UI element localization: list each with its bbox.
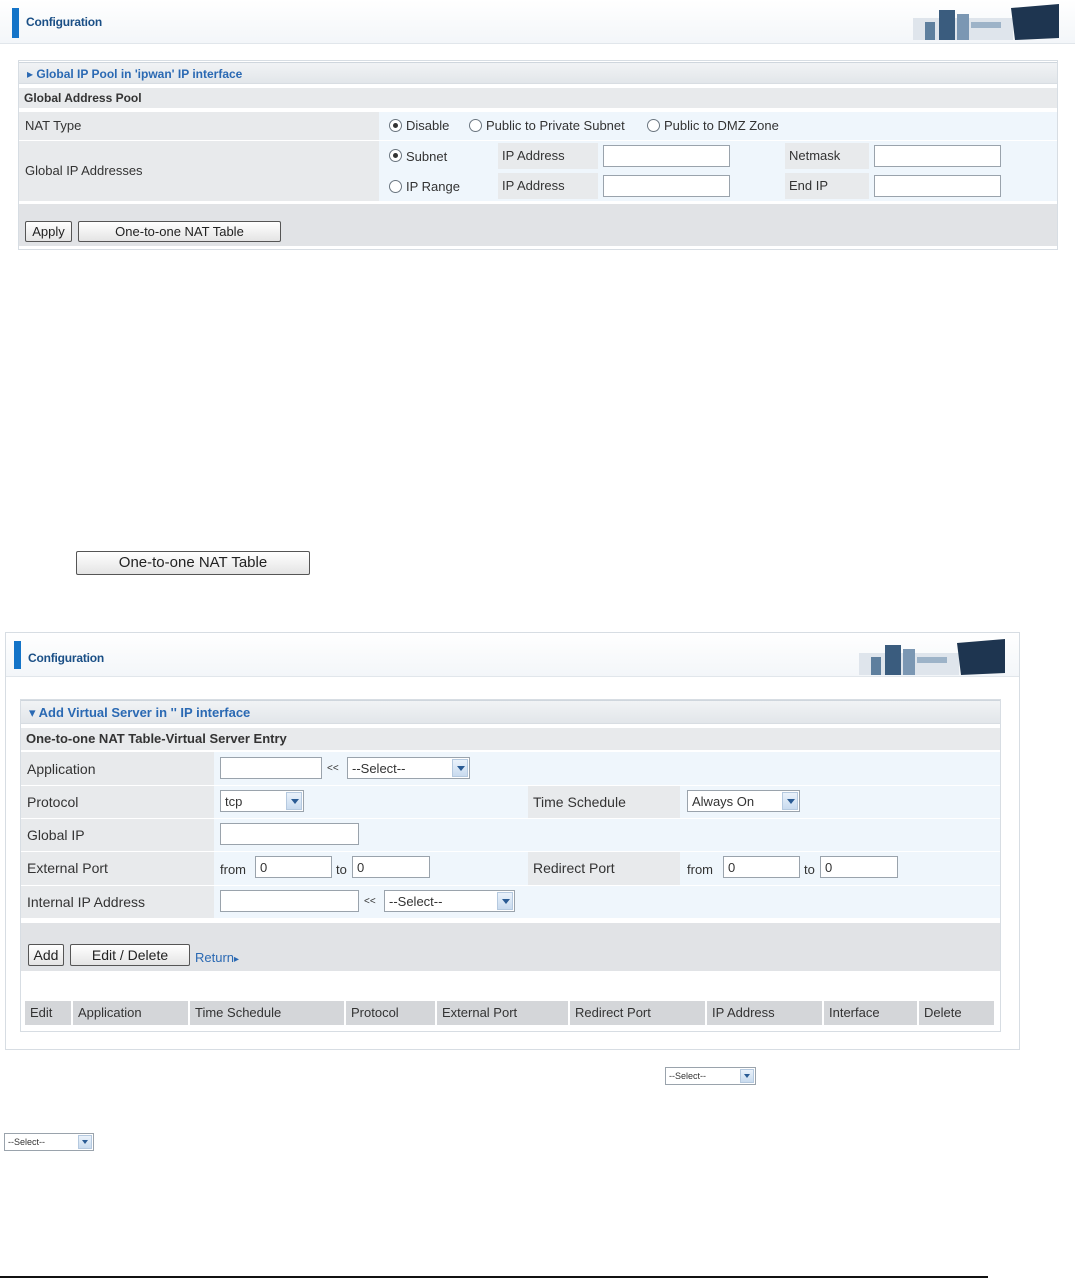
time-schedule-select-value: Always On: [692, 794, 755, 809]
global-ip-pool-panel: Configuration ▸ Global IP Pool in 'ipwan…: [0, 0, 1075, 255]
subnet-ip-label: IP Address: [502, 148, 565, 163]
netmask-input[interactable]: [874, 145, 1001, 167]
header-title: Configuration: [26, 15, 103, 29]
add-button[interactable]: Add: [28, 944, 64, 966]
subsection-title: Global Address Pool: [19, 88, 1057, 108]
header-title-2: Configuration: [28, 651, 105, 665]
external-port-from-input[interactable]: [255, 856, 332, 878]
chevron-down-icon: [78, 1135, 92, 1149]
table-header-protocol: Protocol: [345, 1000, 436, 1026]
chevron-down-icon: [452, 759, 468, 777]
nat-public-dmz-radio[interactable]: [647, 119, 660, 132]
external-port-to-input[interactable]: [352, 856, 430, 878]
return-link-text: Return: [195, 950, 235, 965]
nat-public-private-label: Public to Private Subnet: [486, 118, 625, 133]
table-header-application: Application: [72, 1000, 189, 1026]
nat-disable-radio[interactable]: [389, 119, 402, 132]
redirect-to-label: to: [804, 862, 815, 877]
apply-button[interactable]: Apply: [25, 221, 72, 242]
chevron-down-icon: [497, 892, 513, 910]
edit-delete-button[interactable]: Edit / Delete: [70, 944, 190, 966]
triangle-right-icon: ▸: [27, 67, 34, 81]
subnet-radio[interactable]: [389, 149, 402, 162]
redirect-port-from-input[interactable]: [723, 856, 800, 878]
mini-select-1-value: --Select--: [669, 1071, 707, 1081]
triangle-down-icon: ▾: [29, 705, 36, 720]
global-ip-label: Global IP Addresses: [25, 163, 143, 178]
netmask-label: Netmask: [789, 148, 841, 163]
return-link[interactable]: Return▸: [195, 950, 239, 965]
section-title-2: Add Virtual Server in '' IP interface: [38, 705, 251, 720]
ip-range-radio[interactable]: [389, 180, 402, 193]
chevron-down-icon: [782, 792, 798, 810]
end-ip-input[interactable]: [874, 175, 1001, 197]
header-accent-bar-2: [14, 641, 21, 669]
internal-ip-select[interactable]: --Select--: [384, 890, 515, 912]
range-ip-input[interactable]: [603, 175, 730, 197]
ip-range-label: IP Range: [406, 179, 460, 194]
chevron-down-icon: [286, 792, 302, 810]
table-header-redirect-port: Redirect Port: [569, 1000, 706, 1026]
table-header-edit: Edit: [24, 1000, 72, 1026]
nat-type-label: NAT Type: [25, 118, 82, 133]
table-header-delete: Delete: [918, 1000, 995, 1026]
protocol-select[interactable]: tcp: [220, 790, 304, 812]
subnet-label: Subnet: [406, 149, 448, 164]
protocol-select-value: tcp: [225, 794, 243, 809]
application-arrows: <<: [327, 763, 339, 774]
time-schedule-select[interactable]: Always On: [687, 790, 800, 812]
table-header-time-schedule: Time Schedule: [189, 1000, 345, 1026]
triangle-right-icon: ▸: [234, 954, 240, 965]
external-port-label: External Port: [27, 860, 108, 876]
application-input[interactable]: [220, 757, 322, 779]
chevron-down-icon: [740, 1069, 754, 1083]
redirect-from-label: from: [687, 862, 713, 877]
section-title: Global IP Pool in 'ipwan' IP interface: [36, 67, 243, 81]
subsection-title-2: One-to-one NAT Table-Virtual Server Entr…: [21, 728, 1000, 750]
protocol-label: Protocol: [27, 794, 79, 810]
internal-ip-label: Internal IP Address: [27, 894, 146, 910]
external-from-label: from: [220, 862, 246, 877]
mini-select-2-value: --Select--: [8, 1137, 46, 1147]
redirect-port-to-input[interactable]: [820, 856, 898, 878]
nat-public-dmz-label: Public to DMZ Zone: [664, 118, 779, 133]
range-ip-label: IP Address: [502, 178, 565, 193]
configuration-header-2: Configuration: [6, 633, 1019, 677]
section-header: ▸ Global IP Pool in 'ipwan' IP interface: [19, 62, 1057, 84]
header-accent-bar: [12, 8, 19, 38]
nat-public-private-radio[interactable]: [469, 119, 482, 132]
table-header-interface: Interface: [823, 1000, 918, 1026]
subnet-ip-input[interactable]: [603, 145, 730, 167]
internal-ip-select-value: --Select--: [389, 894, 443, 909]
external-to-label: to: [336, 862, 347, 877]
nat-disable-label: Disable: [406, 118, 450, 133]
configuration-header: Configuration: [0, 0, 1075, 44]
section-header-2: ▾ Add Virtual Server in '' IP interface: [21, 700, 1000, 724]
global-ip-input[interactable]: [220, 823, 359, 845]
global-ip-label-2: Global IP: [27, 827, 85, 843]
application-label: Application: [27, 761, 96, 777]
redirect-port-label: Redirect Port: [533, 860, 615, 876]
mini-select-2[interactable]: --Select--: [4, 1133, 94, 1151]
table-header-ip-address: IP Address: [706, 1000, 823, 1026]
end-ip-label: End IP: [789, 178, 829, 193]
application-select[interactable]: --Select--: [347, 757, 470, 779]
internal-ip-arrows: <<: [364, 896, 376, 907]
one-to-one-nat-table-button[interactable]: One-to-one NAT Table: [78, 221, 281, 242]
footer-divider: [0, 1276, 988, 1278]
network-graphic-icon: [913, 4, 1059, 40]
application-select-value: --Select--: [352, 761, 406, 776]
time-schedule-label: Time Schedule: [533, 794, 626, 810]
table-header-external-port: External Port: [436, 1000, 569, 1026]
network-graphic-icon-2: [859, 639, 1005, 675]
one-to-one-nat-table-button-standalone[interactable]: One-to-one NAT Table: [76, 551, 310, 575]
mini-select-1[interactable]: --Select--: [665, 1067, 756, 1085]
internal-ip-input[interactable]: [220, 890, 359, 912]
